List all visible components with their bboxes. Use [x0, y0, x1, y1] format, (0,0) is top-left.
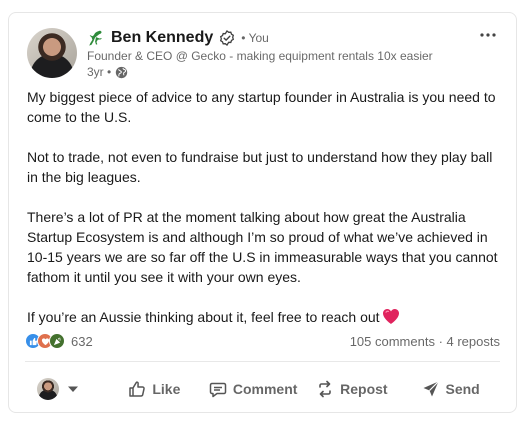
- verified-icon: [220, 30, 235, 46]
- repost-icon: [319, 380, 331, 398]
- gecko-logo-icon: [89, 30, 102, 46]
- globe-icon: [116, 66, 128, 78]
- post-paragraph: Not to trade, not even to fundraise but …: [27, 149, 493, 185]
- divider: [25, 361, 500, 362]
- send-label: Send: [445, 381, 480, 397]
- post-paragraph: There’s a lot of PR at the moment talkin…: [27, 209, 498, 285]
- post-card: Ben Kennedy • You Founder & CEO @ Gecko …: [8, 12, 517, 413]
- more-options-button[interactable]: [476, 25, 500, 45]
- comments-count[interactable]: 105 comments: [350, 334, 435, 349]
- comments-reposts: 105 comments · 4 reposts: [350, 334, 500, 349]
- red-heart-emoji-icon: [382, 309, 399, 324]
- author-name[interactable]: Ben Kennedy: [111, 29, 213, 47]
- post-paragraph-last: If you’re an Aussie thinking about it, f…: [27, 307, 499, 327]
- caret-down-icon: [68, 386, 78, 392]
- repost-button[interactable]: Repost: [303, 371, 402, 407]
- author-headline: Founder & CEO @ Gecko - making equipment…: [87, 49, 433, 63]
- post-meta: 3yr •: [87, 65, 128, 79]
- comment-label: Comment: [232, 381, 298, 397]
- comment-button[interactable]: Comment: [204, 371, 303, 407]
- post-time[interactable]: 3yr •: [87, 65, 111, 79]
- post-paragraph-text: If you’re an Aussie thinking about it, f…: [27, 309, 380, 325]
- send-icon: [423, 381, 439, 397]
- thumbs-up-icon: [129, 381, 146, 397]
- like-button[interactable]: Like: [105, 371, 204, 407]
- action-bar: Like Comment Repost Send: [25, 371, 500, 407]
- avatar[interactable]: [27, 28, 77, 78]
- post-paragraph: My biggest piece of advice to any startu…: [27, 89, 496, 125]
- comment-icon: [209, 382, 227, 398]
- actor-avatar: [37, 378, 59, 400]
- reaction-count: 632: [71, 333, 93, 349]
- send-button[interactable]: Send: [401, 371, 500, 407]
- reactions-summary[interactable]: 632: [25, 333, 93, 349]
- celebrate-reaction-icon: [49, 333, 65, 349]
- you-label: • You: [241, 31, 269, 45]
- count-separator: ·: [434, 333, 447, 349]
- like-label: Like: [152, 381, 181, 397]
- reposts-count[interactable]: 4 reposts: [447, 334, 500, 349]
- social-counts: 632 105 comments · 4 reposts: [25, 331, 500, 351]
- repost-label: Repost: [340, 381, 388, 397]
- actor-selector[interactable]: [25, 378, 105, 400]
- ellipsis-icon: [480, 33, 496, 37]
- author-name-row: Ben Kennedy • You: [87, 27, 269, 49]
- post-body: My biggest piece of advice to any startu…: [27, 87, 499, 327]
